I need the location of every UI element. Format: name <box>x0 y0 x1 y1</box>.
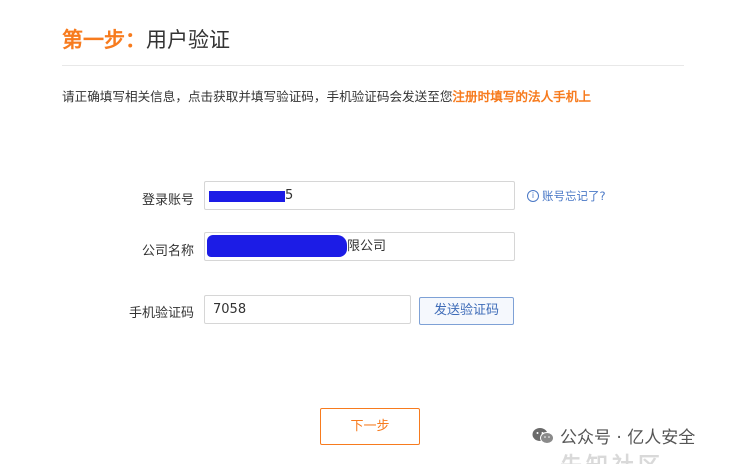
forgot-account-link[interactable]: i 账号忘记了? <box>527 188 606 204</box>
watermark: 公众号 · 亿人安全 <box>532 423 695 448</box>
user-verification-page: 第一步：用户验证 请正确填写相关信息，点击获取并填写验证码，手机验证码会发送至您… <box>0 0 751 464</box>
title-divider <box>62 65 684 66</box>
sms-code-input[interactable]: 7058 <box>204 295 411 324</box>
watermark-text: 公众号 · 亿人安全 <box>560 428 696 448</box>
account-input[interactable]: 5 <box>204 181 515 210</box>
info-icon: i <box>527 190 539 202</box>
sms-code-label: 手机验证码 <box>128 306 194 321</box>
step-title-text: 用户验证 <box>146 28 230 52</box>
instruction-highlight: 注册时填写的法人手机上 <box>452 89 591 104</box>
company-visible-value: 限公司 <box>347 239 387 254</box>
company-redaction <box>207 235 347 257</box>
instruction-text: 请正确填写相关信息，点击获取并填写验证码，手机验证码会发送至您注册时填写的法人手… <box>62 86 591 105</box>
account-label: 登录账号 <box>141 193 194 208</box>
company-input[interactable]: 限公司 <box>204 232 515 261</box>
account-redaction <box>209 191 285 202</box>
page-title: 第一步：用户验证 <box>62 24 230 54</box>
watermark-ghost-text: 先知社区 <box>560 448 664 464</box>
wechat-icon <box>532 427 554 444</box>
send-code-button[interactable]: 发送验证码 <box>419 297 514 325</box>
instruction-main: 请正确填写相关信息，点击获取并填写验证码，手机验证码会发送至您 <box>62 89 453 104</box>
next-step-button[interactable]: 下一步 <box>320 408 420 445</box>
step-label: 第一步： <box>62 28 146 52</box>
account-visible-value: 5 <box>285 188 294 203</box>
forgot-account-label: 账号忘记了? <box>542 189 606 203</box>
company-label: 公司名称 <box>141 244 194 259</box>
